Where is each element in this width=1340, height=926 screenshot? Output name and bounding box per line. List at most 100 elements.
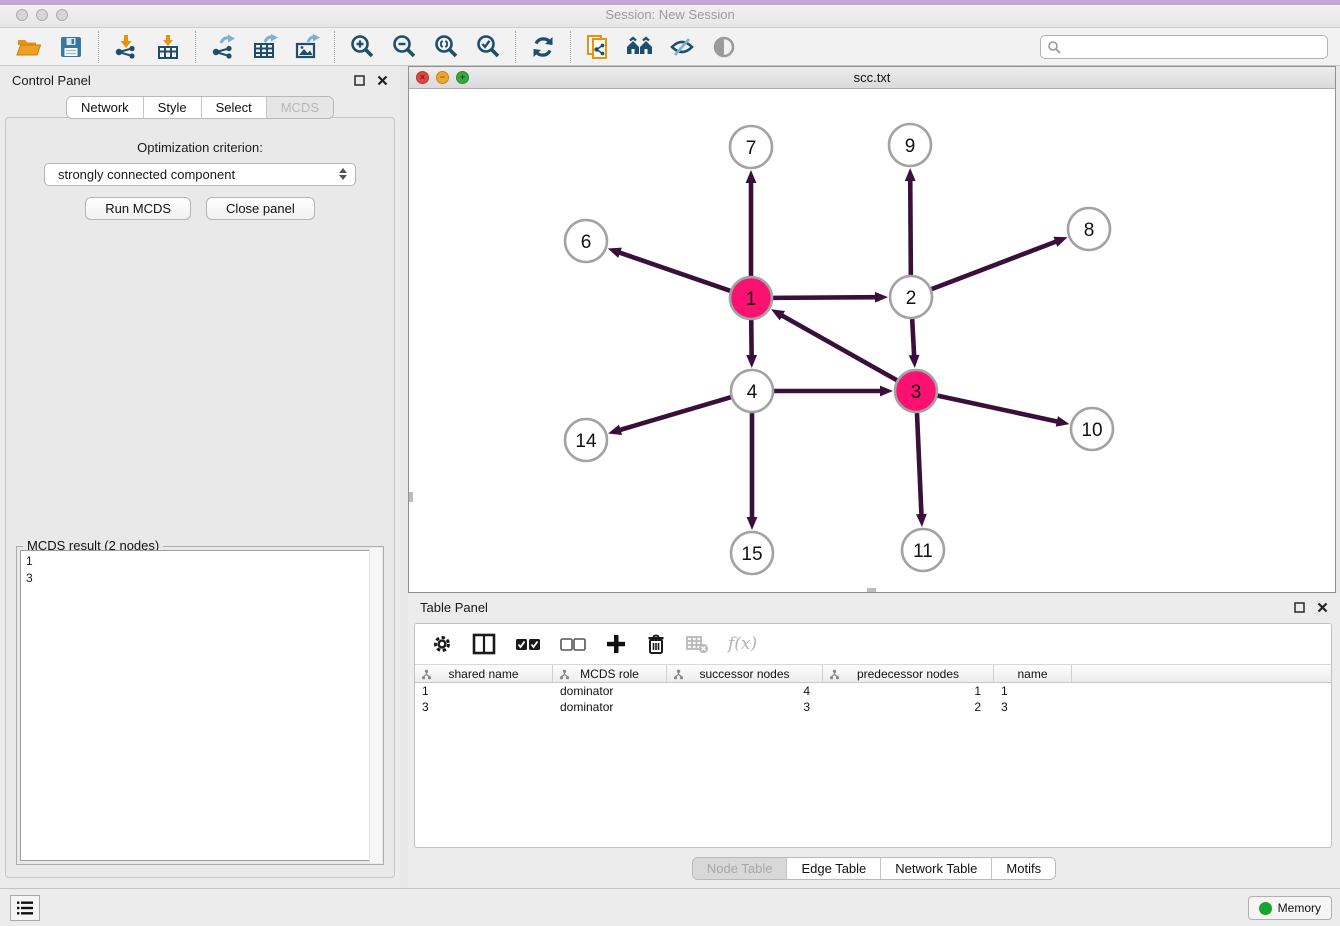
edge-3-1[interactable] xyxy=(781,315,897,381)
network-window-titlebar[interactable]: × − + scc.txt xyxy=(409,67,1335,89)
optimization-criterion-select[interactable]: strongly connected component xyxy=(44,163,356,186)
close-window-button[interactable] xyxy=(16,9,28,21)
edge-3-11[interactable] xyxy=(917,413,922,516)
export-table-icon[interactable] xyxy=(250,32,280,62)
table-cell[interactable]: 3 xyxy=(994,700,1072,714)
zoom-out-icon[interactable] xyxy=(389,32,419,62)
tab-style[interactable]: Style xyxy=(144,97,202,118)
graph-node-11[interactable]: 11 xyxy=(902,529,944,571)
home-view-icon[interactable] xyxy=(625,32,655,62)
table-panel-header: Table Panel xyxy=(408,593,1340,621)
resize-handle[interactable] xyxy=(867,588,876,592)
zoom-selected-icon[interactable] xyxy=(473,32,503,62)
edge-2-3[interactable] xyxy=(912,319,914,357)
edge-2-8[interactable] xyxy=(932,241,1058,289)
edge-2-9[interactable] xyxy=(910,179,911,275)
svg-text:10: 10 xyxy=(1081,420,1102,441)
save-session-icon[interactable] xyxy=(56,32,86,62)
close-panel-button[interactable]: Close panel xyxy=(206,197,315,220)
export-image-icon[interactable] xyxy=(292,32,322,62)
graph-node-1[interactable]: 1 xyxy=(730,277,772,319)
tab-motifs[interactable]: Motifs xyxy=(992,858,1055,879)
run-mcds-button[interactable]: Run MCDS xyxy=(85,197,191,220)
graph-node-2[interactable]: 2 xyxy=(890,276,932,318)
memory-button[interactable]: Memory xyxy=(1248,896,1332,920)
table-cell[interactable]: 1 xyxy=(823,684,994,698)
mcds-result-text[interactable]: 1 3 xyxy=(20,550,380,861)
network-maximize-icon[interactable]: + xyxy=(456,71,469,84)
table-cell[interactable]: 1 xyxy=(415,684,553,698)
main-toolbar xyxy=(0,28,1340,66)
add-row-icon[interactable] xyxy=(605,633,627,655)
zoom-in-icon[interactable] xyxy=(347,32,377,62)
delete-table-icon[interactable] xyxy=(685,634,709,654)
column-header-name[interactable]: name xyxy=(994,665,1072,682)
graph-node-14[interactable]: 14 xyxy=(565,419,607,461)
table-row[interactable]: 1dominator411 xyxy=(415,683,1331,699)
table-row[interactable]: 3dominator323 xyxy=(415,699,1331,715)
export-network-icon[interactable] xyxy=(208,32,238,62)
float-panel-icon[interactable] xyxy=(1294,602,1305,613)
table-cell[interactable]: 3 xyxy=(415,700,553,714)
tab-network-table[interactable]: Network Table xyxy=(881,858,992,879)
show-log-button[interactable] xyxy=(10,895,40,921)
table-cell[interactable]: 3 xyxy=(667,700,823,714)
graph-node-4[interactable]: 4 xyxy=(731,370,773,412)
show-columns-icon[interactable] xyxy=(472,633,496,655)
resize-handle[interactable] xyxy=(409,492,413,502)
network-graph[interactable]: 1 2 3 4 6 7 8 9 10 11 14 15 xyxy=(409,89,1335,592)
network-minimize-icon[interactable]: − xyxy=(436,71,449,84)
optimization-criterion-label: Optimization criterion: xyxy=(6,140,394,155)
zoom-fit-icon[interactable] xyxy=(431,32,461,62)
network-canvas[interactable]: 1 2 3 4 6 7 8 9 10 11 14 15 xyxy=(409,89,1335,592)
column-header-mcds-role[interactable]: MCDS role xyxy=(553,665,667,682)
window-controls[interactable] xyxy=(16,9,68,21)
table-cell[interactable]: dominator xyxy=(553,684,667,698)
graph-node-15[interactable]: 15 xyxy=(731,532,773,574)
delete-row-icon[interactable] xyxy=(646,633,666,655)
table-cell[interactable]: 4 xyxy=(667,684,823,698)
tab-node-table[interactable]: Node Table xyxy=(693,858,788,879)
edge-1-6[interactable] xyxy=(618,252,730,291)
import-table-icon[interactable] xyxy=(153,32,183,62)
graph-node-6[interactable]: 6 xyxy=(565,220,607,262)
edge-3-10[interactable] xyxy=(938,396,1059,422)
tab-mcds[interactable]: MCDS xyxy=(267,97,333,118)
table-cell[interactable]: 1 xyxy=(994,684,1072,698)
select-all-rows-icon[interactable] xyxy=(515,637,541,651)
table-cell[interactable]: dominator xyxy=(553,700,667,714)
refresh-icon[interactable] xyxy=(528,32,558,62)
network-close-icon[interactable]: × xyxy=(416,71,429,84)
birdseye-view-icon[interactable] xyxy=(709,32,739,62)
search-field xyxy=(1040,35,1328,59)
unselect-all-rows-icon[interactable] xyxy=(560,637,586,651)
tab-network[interactable]: Network xyxy=(67,97,144,118)
column-header-shared-name[interactable]: shared name xyxy=(415,665,553,682)
graph-node-3[interactable]: 3 xyxy=(895,370,937,412)
open-file-icon[interactable] xyxy=(14,32,44,62)
maximize-window-button[interactable] xyxy=(56,9,68,21)
result-scrollbar[interactable] xyxy=(369,548,382,863)
hide-graphics-details-icon[interactable] xyxy=(667,32,697,62)
svg-text:3: 3 xyxy=(911,382,922,403)
column-header-successor-nodes[interactable]: successor nodes xyxy=(667,665,823,682)
column-header-predecessor-nodes[interactable]: predecessor nodes xyxy=(823,665,994,682)
graph-node-10[interactable]: 10 xyxy=(1071,408,1113,450)
function-builder-icon[interactable]: f(x) xyxy=(728,634,757,654)
import-network-icon[interactable] xyxy=(111,32,141,62)
network-from-selection-icon[interactable] xyxy=(583,32,613,62)
tab-select[interactable]: Select xyxy=(202,97,267,118)
close-panel-icon[interactable] xyxy=(1317,602,1328,613)
graph-node-9[interactable]: 9 xyxy=(889,124,931,166)
close-panel-icon[interactable] xyxy=(377,75,388,86)
float-panel-icon[interactable] xyxy=(354,75,365,86)
edge-1-2[interactable] xyxy=(773,297,877,298)
edge-4-14[interactable] xyxy=(619,397,731,430)
graph-node-8[interactable]: 8 xyxy=(1068,208,1110,250)
settings-icon[interactable] xyxy=(431,633,453,655)
minimize-window-button[interactable] xyxy=(36,9,48,21)
graph-node-7[interactable]: 7 xyxy=(730,126,772,168)
tab-edge-table[interactable]: Edge Table xyxy=(787,858,881,879)
table-cell[interactable]: 2 xyxy=(823,700,994,714)
search-input[interactable] xyxy=(1040,35,1328,59)
